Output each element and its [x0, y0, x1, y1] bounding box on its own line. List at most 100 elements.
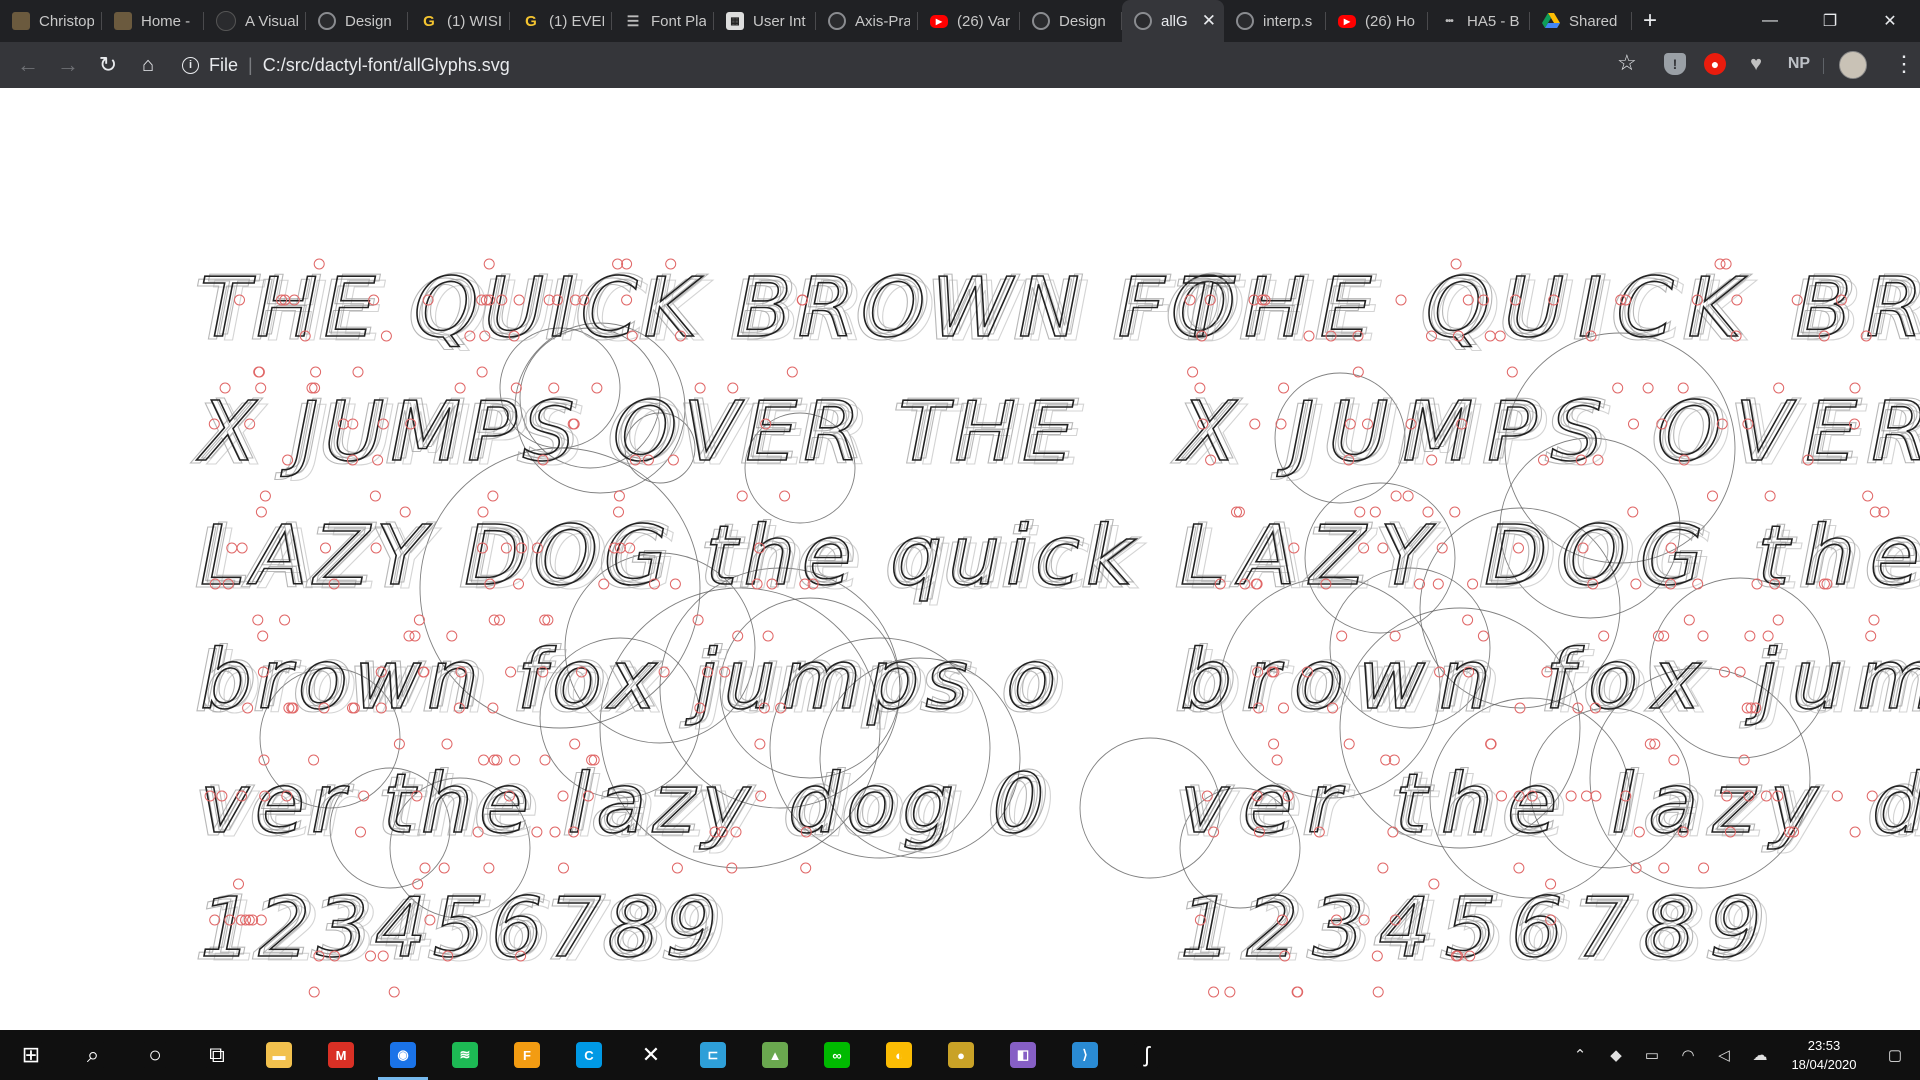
control-point — [1462, 614, 1474, 626]
control-point — [1402, 490, 1414, 502]
tab[interactable]: G (1) WISI — [408, 0, 510, 42]
control-point — [483, 862, 495, 874]
taskbar-gmail[interactable]: M — [310, 1030, 372, 1080]
globe-icon — [1236, 12, 1254, 30]
taskbar-keep[interactable]: ◐ — [868, 1030, 930, 1080]
taskbar-vscode[interactable]: ⟩ — [1054, 1030, 1116, 1080]
wifi-icon[interactable]: ◠ — [1670, 1046, 1706, 1064]
tab[interactable]: Design — [306, 0, 408, 42]
tab[interactable]: ••• HA5 - B — [1428, 0, 1530, 42]
chevron-up-icon[interactable]: ⌃ — [1562, 1046, 1598, 1064]
glyph-row-right-2: X JUMPS OVER THE — [1176, 385, 1920, 480]
image-thumb-icon — [12, 12, 30, 30]
glyph-row-right-6: 123456789 — [1180, 881, 1776, 976]
tab[interactable]: ▶ (26) Ho — [1326, 0, 1428, 42]
profile-avatar[interactable] — [1839, 51, 1867, 79]
taskbar-search[interactable]: ⌕ — [62, 1030, 124, 1080]
taskbar-visual-studio[interactable]: ◧ — [992, 1030, 1054, 1080]
ui-logo-icon: ▦ — [726, 12, 744, 30]
control-point — [671, 862, 683, 874]
toolbar-divider — [1823, 58, 1824, 74]
taskbar-cortana[interactable]: ○ — [124, 1030, 186, 1080]
tab[interactable]: Christop — [0, 0, 102, 42]
control-point — [1764, 490, 1776, 502]
taskbar-image-viewer[interactable]: ▲ — [744, 1030, 806, 1080]
forward-button[interactable]: → — [48, 45, 88, 85]
dropbox-icon[interactable]: ◆ — [1598, 1046, 1634, 1064]
home-button[interactable]: ⌂ — [128, 45, 168, 85]
control-point — [252, 614, 264, 626]
control-point — [369, 490, 381, 502]
dots-icon: ••• — [1445, 15, 1454, 27]
control-point — [1292, 986, 1304, 998]
tab[interactable]: interp.s — [1224, 0, 1326, 42]
glyph-row-right-4: brown fox jumps o — [1180, 633, 1920, 728]
tab[interactable]: A Visual — [204, 0, 306, 42]
clock[interactable]: 23:53 18/04/2020 — [1778, 1036, 1870, 1074]
address-url[interactable]: C:/src/dactyl-font/allGlyphs.svg — [263, 55, 510, 76]
tab[interactable]: ☰ Font Pla — [612, 0, 714, 42]
control-point — [1513, 862, 1525, 874]
taskbar-chrome[interactable]: ◉ — [372, 1030, 434, 1080]
back-button[interactable]: ← — [8, 45, 48, 85]
tab[interactable]: ▦ User Int — [714, 0, 816, 42]
tab[interactable]: Axis-Pra — [816, 0, 918, 42]
tab[interactable]: Home - — [102, 0, 204, 42]
sync-icon: C — [576, 1042, 602, 1068]
info-icon[interactable]: i — [182, 56, 199, 74]
taskbar-script-app[interactable]: ʃ — [1116, 1030, 1178, 1080]
taskbar-spotify[interactable]: ≋ — [434, 1030, 496, 1080]
tab[interactable]: Design — [1020, 0, 1122, 42]
np-extension-icon[interactable]: NP — [1784, 53, 1814, 75]
taskbar-xmind[interactable]: ✕ — [620, 1030, 682, 1080]
control-point — [1868, 614, 1880, 626]
control-point — [1707, 490, 1718, 502]
minimize-button[interactable]: — — [1740, 0, 1800, 42]
taskbar-terminal[interactable]: ⊏ — [682, 1030, 744, 1080]
taskbar-line[interactable]: ∞ — [806, 1030, 868, 1080]
dark-circle-icon — [216, 11, 236, 31]
taskbar-windows-start[interactable]: ⊞ — [0, 1030, 62, 1080]
bookmark-star-icon[interactable]: ☆ — [1617, 50, 1637, 76]
tab[interactable]: Shared — [1530, 0, 1632, 42]
control-point — [558, 862, 569, 874]
taskbar-file-explorer[interactable]: ▬ — [248, 1030, 310, 1080]
taskbar-ball[interactable]: ● — [930, 1030, 992, 1080]
terminal-icon: ⊏ — [700, 1042, 726, 1068]
onedrive-icon[interactable]: ☁ — [1742, 1046, 1778, 1064]
taskbar-fontlab[interactable]: F — [496, 1030, 558, 1080]
control-point — [1862, 490, 1874, 502]
record-extension-icon[interactable]: ● — [1704, 53, 1726, 75]
volume-icon[interactable]: ◁ — [1706, 1046, 1742, 1064]
visual-studio-icon: ◧ — [1010, 1042, 1036, 1068]
arrow-right-icon: → — [57, 52, 79, 77]
taskbar-sync[interactable]: C — [558, 1030, 620, 1080]
close-window-button[interactable]: ✕ — [1860, 0, 1920, 42]
heart-extension-icon[interactable]: ♥ — [1745, 53, 1767, 75]
control-point — [1187, 366, 1199, 378]
new-tab-button[interactable]: + — [1632, 0, 1668, 42]
control-point — [279, 614, 291, 626]
tab-label: Design — [345, 12, 392, 30]
tab[interactable]: ▶ (26) Var — [918, 0, 1020, 42]
clock-date: 18/04/2020 — [1791, 1057, 1857, 1072]
maximize-button[interactable]: ❐ — [1800, 0, 1860, 42]
youtube-icon: ▶ — [930, 14, 948, 28]
glyph-row-left-1: THE QUICK BROWN FO — [200, 261, 1241, 356]
control-point — [438, 862, 450, 874]
reload-button[interactable]: ↻ — [88, 45, 128, 85]
tab[interactable]: G (1) EVER — [510, 0, 612, 42]
notification-icon[interactable]: ▢ — [1870, 1046, 1920, 1064]
tab[interactable]: allG ✕ — [1122, 0, 1224, 42]
address-bar[interactable]: i File | C:/src/dactyl-font/allGlyphs.sv… — [174, 48, 1614, 82]
tab-close-icon[interactable]: ✕ — [1202, 11, 1216, 31]
control-point — [487, 490, 499, 502]
menu-kebab-icon[interactable]: ⋮ — [1893, 49, 1915, 79]
battery-icon[interactable]: ▭ — [1634, 1046, 1670, 1064]
tab-label: Home - — [141, 12, 191, 30]
taskbar-task-view[interactable]: ⧉ — [186, 1030, 248, 1080]
control-point — [1208, 986, 1220, 998]
control-point — [1683, 614, 1695, 626]
shield-extension-icon[interactable]: ! — [1664, 53, 1686, 75]
control-point — [786, 366, 798, 378]
